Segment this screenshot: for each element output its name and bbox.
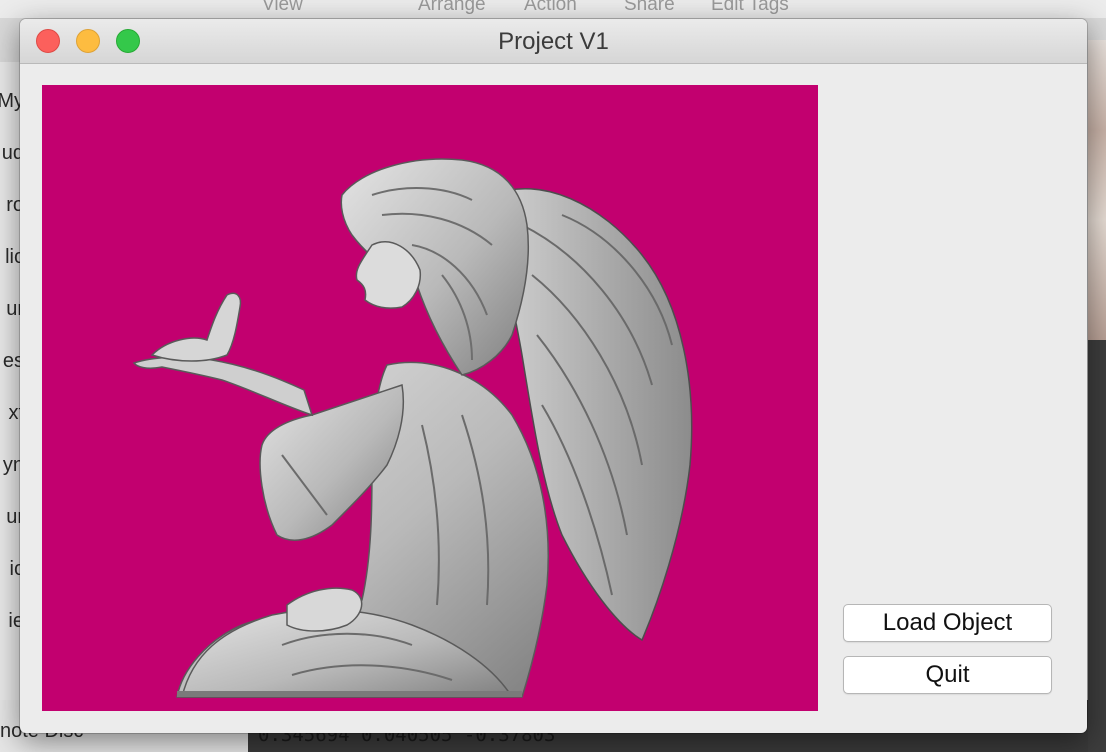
bg-menu-view: View (262, 0, 303, 15)
window-title: Project V1 (498, 28, 609, 55)
window-titlebar[interactable]: Project V1 (20, 19, 1087, 64)
bg-menu-action: Action (524, 0, 577, 15)
background-photo-window (1088, 40, 1106, 340)
3d-viewport[interactable] (42, 85, 818, 711)
background-menubar: View Arrange Action Share Edit Tags (0, 0, 1106, 18)
angel-statue-render (42, 85, 818, 711)
project-window: Project V1 Load Object Quit (20, 19, 1087, 733)
quit-button[interactable]: Quit (843, 656, 1052, 694)
background-dark-window (1088, 340, 1106, 752)
statue-base-shadow (177, 691, 522, 697)
bg-menu-share: Share (624, 0, 675, 15)
bg-menu-edit-tags: Edit Tags (711, 0, 789, 15)
bg-menu-arrange: Arrange (418, 0, 486, 15)
load-object-button[interactable]: Load Object (843, 604, 1052, 642)
